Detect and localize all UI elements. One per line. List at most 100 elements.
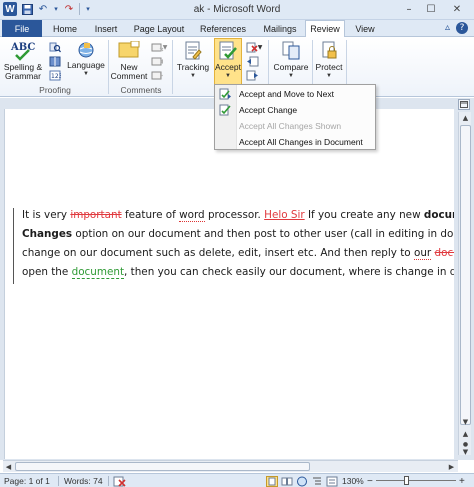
next-comment-icon[interactable] bbox=[150, 69, 164, 81]
menu-item-accept-all-changes-in-document[interactable]: Accept All Changes in Document bbox=[215, 134, 375, 149]
ribbon-tabs: File Home Insert Page Layout References … bbox=[0, 20, 474, 38]
next-change-icon[interactable] bbox=[245, 69, 259, 81]
compare-dropdown-icon: ▼ bbox=[288, 73, 294, 79]
accept-change-icon bbox=[215, 102, 235, 117]
tracking-dropdown-icon: ▼ bbox=[190, 73, 196, 79]
accept-dropdown-icon: ▼ bbox=[225, 73, 231, 79]
compare-button[interactable]: Compare ▼ bbox=[272, 41, 310, 81]
vertical-scroll-thumb[interactable] bbox=[460, 125, 471, 425]
new-comment-label-2: Comment bbox=[110, 71, 148, 81]
doc-text-run: open the bbox=[22, 266, 72, 278]
word-count-status[interactable]: Words: 74 bbox=[64, 475, 103, 487]
spelling-label-2: Grammar bbox=[5, 71, 41, 81]
close-button[interactable]: ✕ bbox=[442, 1, 472, 17]
tab-insert[interactable]: Insert bbox=[86, 20, 126, 37]
word-count-icon[interactable]: 123 bbox=[48, 69, 62, 81]
window-controls: – ☐ ✕ bbox=[398, 1, 472, 17]
status-separator bbox=[58, 476, 59, 486]
new-comment-button[interactable]: New Comment bbox=[110, 41, 148, 81]
doc-text-run: If you create any new bbox=[304, 209, 424, 221]
group-comments-label: Comments bbox=[120, 85, 162, 95]
previous-change-icon[interactable] bbox=[245, 55, 259, 67]
proofing-status-icon[interactable] bbox=[113, 475, 127, 487]
document-body[interactable]: It is very important feature of word pro… bbox=[22, 206, 454, 282]
horizontal-scrollbar[interactable]: ◀ ▶ bbox=[3, 460, 458, 472]
compare-label: Compare bbox=[273, 62, 309, 72]
minimize-button[interactable]: – bbox=[398, 1, 420, 17]
menu-item-label: Accept Change bbox=[239, 104, 298, 115]
protect-label: Protect bbox=[315, 62, 343, 72]
document-page[interactable] bbox=[4, 109, 454, 459]
help-icon[interactable]: ? bbox=[456, 22, 468, 34]
scroll-right-icon[interactable]: ▶ bbox=[446, 461, 457, 472]
scroll-down-icon[interactable]: ▼ bbox=[459, 416, 472, 428]
menu-item-label: Accept All Changes in Document bbox=[239, 136, 363, 147]
scroll-up-icon[interactable]: ▲ bbox=[459, 112, 472, 124]
status-bar: Page: 1 of 1 Words: 74 130% − + bbox=[0, 473, 474, 487]
doc-text-run: It is very bbox=[22, 209, 71, 221]
tab-file[interactable]: File bbox=[2, 20, 42, 37]
scroll-left-icon[interactable]: ◀ bbox=[3, 461, 14, 472]
next-page-icon[interactable]: ▼ bbox=[459, 446, 472, 458]
reject-dropdown-icon[interactable]: ▼ bbox=[257, 41, 263, 53]
tracking-button[interactable]: Tracking ▼ bbox=[175, 41, 211, 81]
outline-view-icon[interactable] bbox=[311, 475, 323, 487]
zoom-slider-track[interactable] bbox=[376, 480, 456, 481]
ribbon-right-controls: ▵ ? bbox=[445, 22, 468, 34]
doc-text-run: , then you can check easily our document… bbox=[124, 266, 454, 278]
tab-view[interactable]: View bbox=[350, 20, 380, 37]
language-button[interactable]: Language ▼ bbox=[67, 41, 105, 79]
change-bar bbox=[13, 208, 14, 284]
menu-item-accept-and-move-to-next[interactable]: Accept and Move to Next bbox=[215, 86, 375, 101]
doc-text-run: processor. bbox=[204, 209, 265, 221]
menu-item-accept-change[interactable]: Accept Change bbox=[215, 102, 375, 117]
print-layout-view-icon[interactable] bbox=[266, 475, 278, 487]
doc-text-run: change on our document such as delete, e… bbox=[22, 247, 414, 259]
research-icon[interactable] bbox=[48, 41, 62, 53]
tracking-icon bbox=[183, 41, 203, 61]
tab-home[interactable]: Home bbox=[48, 20, 82, 37]
menu-item-accept-all-changes-shown: Accept All Changes Shown bbox=[215, 118, 375, 133]
page-count-status[interactable]: Page: 1 of 1 bbox=[4, 475, 50, 487]
tab-mailings[interactable]: Mailings bbox=[256, 20, 304, 37]
draft-view-icon[interactable] bbox=[326, 475, 338, 487]
group-proofing-label: Proofing bbox=[39, 85, 71, 95]
spelling-grammar-button[interactable]: ABC Spelling & Grammar bbox=[3, 39, 43, 81]
tab-review[interactable]: Review bbox=[305, 20, 345, 38]
language-dropdown-icon: ▼ bbox=[83, 71, 89, 77]
tracking-label: Tracking bbox=[176, 62, 210, 72]
doc-text-run: Changes bbox=[22, 228, 73, 240]
document-line: open the document, then you can check ea… bbox=[22, 263, 454, 282]
protect-button[interactable]: Protect ▼ bbox=[314, 41, 344, 81]
accept-button[interactable]: Accept ▼ bbox=[214, 38, 242, 85]
zoom-slider-handle[interactable] bbox=[404, 476, 409, 485]
horizontal-scroll-thumb[interactable] bbox=[15, 462, 310, 471]
zoom-level[interactable]: 130% bbox=[342, 475, 364, 487]
previous-comment-icon[interactable] bbox=[150, 55, 164, 67]
vertical-scrollbar[interactable]: ▲ ▼ ▲ ● ▼ bbox=[458, 112, 472, 458]
deleted-text: important bbox=[70, 209, 122, 221]
thesaurus-icon[interactable] bbox=[48, 55, 62, 67]
accept-icon bbox=[218, 41, 238, 61]
document-line: Changes option on our document and then … bbox=[22, 225, 454, 244]
minimize-ribbon-icon[interactable]: ▵ bbox=[445, 22, 450, 34]
full-screen-reading-icon[interactable] bbox=[281, 475, 293, 487]
web-layout-icon[interactable] bbox=[296, 475, 308, 487]
language-label: Language bbox=[67, 60, 105, 70]
zoom-in-button[interactable]: + bbox=[459, 475, 465, 487]
maximize-button[interactable]: ☐ bbox=[420, 1, 442, 17]
svg-text:123: 123 bbox=[51, 73, 61, 80]
language-icon bbox=[77, 41, 95, 59]
doc-text-run: our bbox=[413, 247, 432, 260]
title-bar: W ↶ ▾ ↷ ▾ ak - Microsoft Word – ☐ ✕ bbox=[0, 0, 474, 20]
tab-page-layout[interactable]: Page Layout bbox=[130, 20, 188, 37]
document-line: It is very important feature of word pro… bbox=[22, 206, 454, 225]
zoom-out-button[interactable]: − bbox=[367, 475, 373, 487]
new-comment-icon bbox=[118, 41, 140, 61]
accept-button-content: Accept ▼ bbox=[214, 41, 242, 81]
tab-references[interactable]: References bbox=[194, 20, 252, 37]
spelling-icon: ABC bbox=[10, 39, 36, 61]
deleted-text: documen bbox=[434, 247, 455, 259]
view-ruler-icon[interactable] bbox=[458, 99, 470, 110]
delete-comment-dropdown-icon[interactable]: ▼ bbox=[162, 41, 168, 53]
